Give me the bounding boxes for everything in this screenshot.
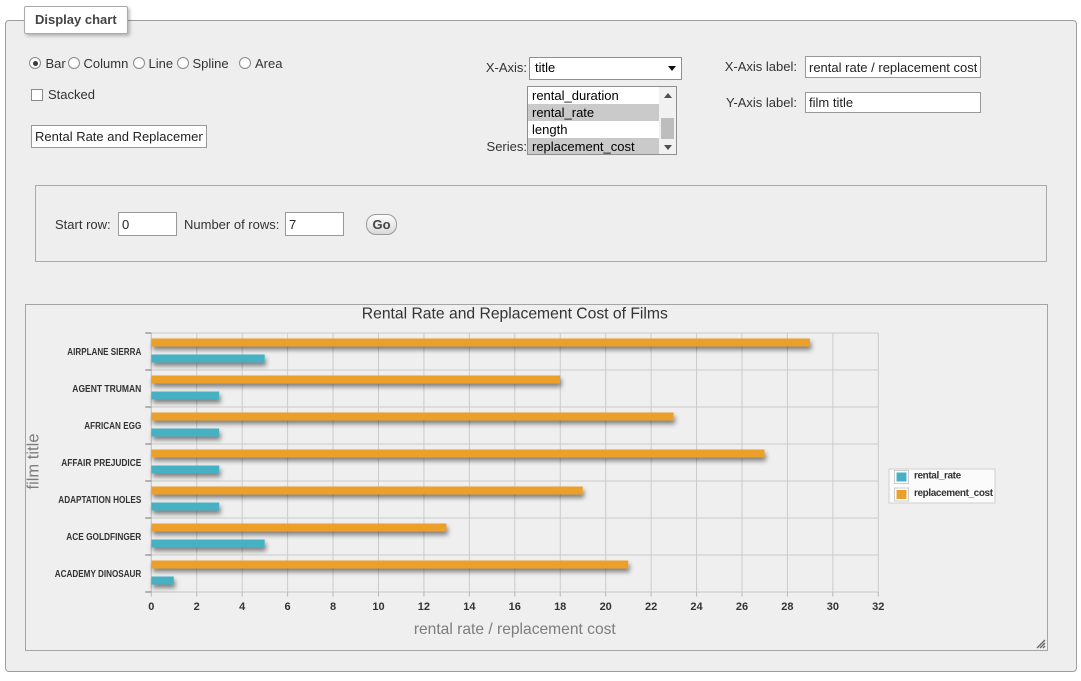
svg-text:12: 12 bbox=[418, 601, 430, 613]
svg-text:28: 28 bbox=[781, 601, 793, 613]
svg-text:30: 30 bbox=[827, 601, 839, 613]
svg-text:ACE GOLDFINGER: ACE GOLDFINGER bbox=[66, 532, 142, 543]
svg-text:14: 14 bbox=[463, 601, 476, 613]
svg-text:replacement_cost: replacement_cost bbox=[914, 488, 994, 499]
svg-text:AFFAIR PREJUDICE: AFFAIR PREJUDICE bbox=[61, 458, 141, 469]
svg-text:4: 4 bbox=[239, 601, 246, 613]
svg-text:20: 20 bbox=[600, 601, 612, 613]
svg-text:ADAPTATION HOLES: ADAPTATION HOLES bbox=[58, 495, 141, 506]
svg-text:Rental Rate and Replacement Co: Rental Rate and Replacement Cost of Film… bbox=[362, 306, 668, 323]
svg-text:22: 22 bbox=[645, 601, 657, 613]
svg-text:0: 0 bbox=[148, 601, 154, 613]
svg-text:film title: film title bbox=[26, 434, 43, 490]
svg-text:6: 6 bbox=[285, 601, 291, 613]
svg-text:32: 32 bbox=[872, 601, 884, 613]
svg-text:2: 2 bbox=[194, 601, 200, 613]
svg-text:10: 10 bbox=[372, 601, 384, 613]
svg-text:rental rate / replacement cost: rental rate / replacement cost bbox=[414, 621, 617, 638]
svg-text:AGENT TRUMAN: AGENT TRUMAN bbox=[72, 384, 141, 395]
svg-text:AIRPLANE SIERRA: AIRPLANE SIERRA bbox=[67, 347, 141, 358]
svg-text:8: 8 bbox=[330, 601, 336, 613]
svg-text:ACADEMY DINOSAUR: ACADEMY DINOSAUR bbox=[55, 569, 142, 580]
svg-text:26: 26 bbox=[736, 601, 748, 613]
svg-text:rental_rate: rental_rate bbox=[914, 471, 962, 482]
svg-text:24: 24 bbox=[690, 601, 703, 613]
svg-text:AFRICAN EGG: AFRICAN EGG bbox=[84, 421, 141, 432]
svg-text:18: 18 bbox=[554, 601, 566, 613]
svg-text:16: 16 bbox=[509, 601, 521, 613]
